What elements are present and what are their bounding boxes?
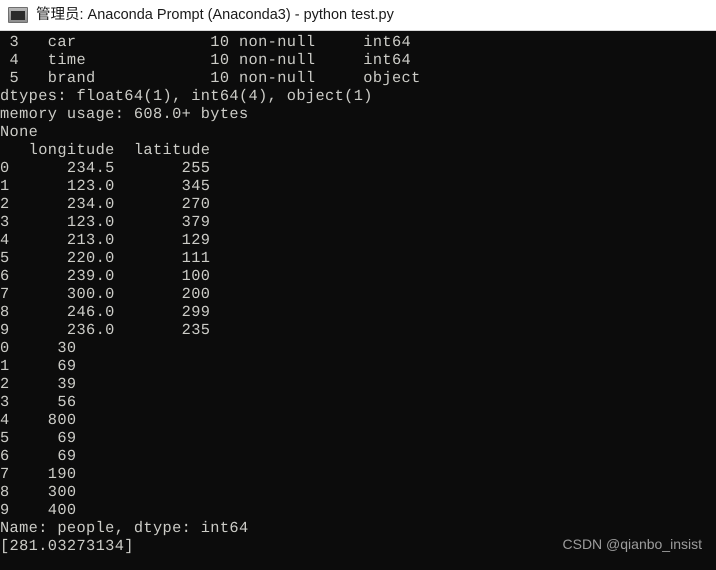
console-window-icon	[8, 7, 28, 23]
console-text: 3 car 10 non-null int64 4 time 10 non-nu…	[0, 33, 421, 555]
console-window: 管理员: Anaconda Prompt (Anaconda3) - pytho…	[0, 0, 716, 570]
window-titlebar[interactable]: 管理员: Anaconda Prompt (Anaconda3) - pytho…	[0, 0, 716, 31]
terminal-output-area[interactable]: 3 car 10 non-null int64 4 time 10 non-nu…	[0, 31, 716, 570]
window-title: 管理员: Anaconda Prompt (Anaconda3) - pytho…	[36, 6, 394, 23]
